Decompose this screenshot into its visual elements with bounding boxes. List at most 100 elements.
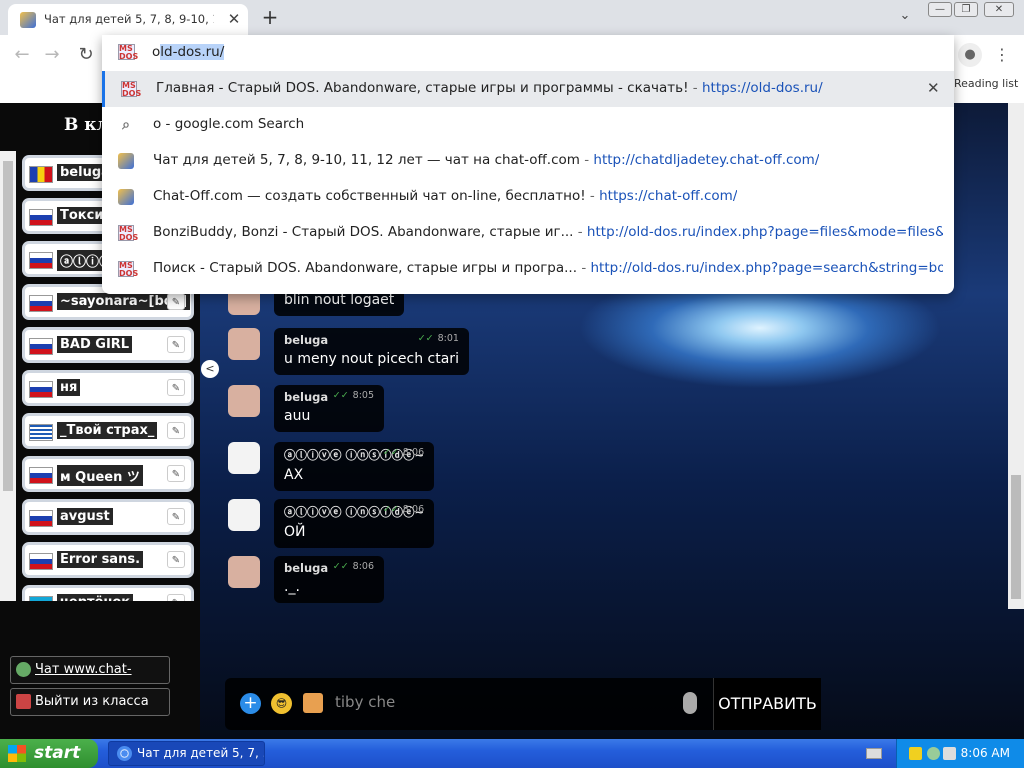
close-tab-icon[interactable]: ✕ xyxy=(224,9,244,29)
private-message-icon[interactable]: ✎ xyxy=(167,465,185,482)
emoji-icon[interactable]: 😎 xyxy=(271,693,292,714)
security-shield-icon[interactable] xyxy=(909,747,922,760)
page-scrollbar-thumb[interactable] xyxy=(1011,475,1021,599)
user-list-item[interactable]: avgust ✎ xyxy=(22,499,194,535)
suggestion-separator: - xyxy=(573,224,587,240)
tab-bar: Чат для детей 5, 7, 8, 9-10, 11, 12 лет … xyxy=(0,0,1024,35)
microphone-icon[interactable] xyxy=(683,692,697,714)
suggestion-url: https://old-dos.ru/ xyxy=(701,80,823,96)
address-input[interactable]: old-dos.ru/ xyxy=(152,44,225,60)
address-autocomplete: ld-dos.ru/ xyxy=(160,44,225,60)
address-bar[interactable]: MS DOS old-dos.ru/ xyxy=(102,35,954,69)
flag-icon xyxy=(29,166,53,183)
profile-icon[interactable]: ● xyxy=(958,43,982,67)
private-message-icon[interactable]: ✎ xyxy=(167,293,185,310)
user-name: BAD GIRL xyxy=(57,336,133,353)
message-time-label: 8:01 xyxy=(437,333,459,344)
suggestion-item[interactable]: Чат для детей 5, 7, 8, 9-10, 11, 12 лет … xyxy=(102,143,954,179)
collapse-sidebar-icon[interactable]: < xyxy=(201,360,219,378)
scrollbar-thumb[interactable] xyxy=(3,161,13,491)
minimize-button[interactable]: — xyxy=(928,2,952,17)
user-list-item[interactable]: BAD GIRL ✎ xyxy=(22,327,194,363)
suggestion-title: Главная - Старый DOS. Abandonware, стары… xyxy=(156,80,689,96)
forward-arrow-icon[interactable]: → xyxy=(38,41,66,69)
tab-search-icon[interactable]: ⌄ xyxy=(895,8,915,26)
user-name: ня xyxy=(57,379,81,396)
user-list-item[interactable]: м Queen ツ ✎ xyxy=(22,456,194,492)
private-message-icon[interactable]: ✎ xyxy=(167,336,185,353)
menu-icon[interactable]: ⋮ xyxy=(990,43,1014,67)
tab-title: Чат для детей 5, 7, 8, 9-10, 11, 12 лет xyxy=(44,12,214,26)
maximize-button[interactable]: ❐ xyxy=(954,2,978,17)
message-text: АХ xyxy=(284,467,304,483)
private-message-icon[interactable]: ✎ xyxy=(167,422,185,439)
flag-icon xyxy=(29,338,53,355)
chat-off-favicon-icon xyxy=(118,153,134,169)
network-icon[interactable] xyxy=(927,747,940,760)
suggestion-title: o - google.com Search xyxy=(153,116,305,132)
user-icon xyxy=(16,662,31,677)
attach-plus-icon[interactable]: + xyxy=(240,693,261,714)
message-bubble: beluga ✓✓ 8:06 ._. xyxy=(274,556,384,603)
suggestion-text: Chat-Off.com — создать собственный чат o… xyxy=(153,188,737,204)
reload-icon[interactable]: ↻ xyxy=(72,41,100,69)
omnibox-dropdown: MS DOS old-dos.ru/ MS DOS Главная - Старый … xyxy=(102,35,954,294)
suggestion-title: Чат для детей 5, 7, 8, 9-10, 11, 12 лет … xyxy=(153,152,580,168)
private-message-icon[interactable]: ✎ xyxy=(167,551,185,568)
close-window-button[interactable]: ✕ xyxy=(984,2,1014,17)
volume-icon[interactable] xyxy=(943,747,956,760)
flag-icon xyxy=(29,596,53,601)
message-time-label: 8:05 xyxy=(352,390,374,401)
back-arrow-icon[interactable]: ← xyxy=(8,41,36,69)
user-list-item[interactable]: чертёнок ✎ xyxy=(22,585,194,601)
suggestion-url: http://old-dos.ru/index.php?page=search&… xyxy=(590,260,944,276)
user-list-item[interactable]: Error sans. ✎ xyxy=(22,542,194,578)
user-list-scrollbar[interactable] xyxy=(0,151,16,601)
start-button[interactable]: start xyxy=(0,739,98,768)
message-time: ✓✓ 8:06 xyxy=(383,447,424,458)
flag-icon xyxy=(29,252,53,269)
send-button[interactable]: ОТПРАВИТЬ xyxy=(713,678,821,730)
private-message-icon[interactable]: ✎ xyxy=(167,594,185,601)
face-avatar[interactable] xyxy=(228,499,260,531)
chat-site-link[interactable]: Чат www.chat-off.com xyxy=(10,656,170,703)
private-message-icon[interactable]: ✎ xyxy=(167,508,185,525)
beluga-avatar[interactable] xyxy=(228,385,260,417)
suggestion-text: Чат для детей 5, 7, 8, 9-10, 11, 12 лет … xyxy=(153,152,819,168)
suggestion-item[interactable]: Chat-Off.com — создать собственный чат o… xyxy=(102,179,954,215)
suggestion-item[interactable]: ⌕ o - google.com Search xyxy=(102,107,954,143)
leave-class-label: Выйти из класса xyxy=(35,694,149,709)
page-scrollbar[interactable] xyxy=(1008,103,1024,609)
message-bubble: ⓐⓛⓘⓥⓔ ⓘⓝⓢⓘⓓⓔ~ ✓✓ 8:06 ОЙ xyxy=(274,499,435,548)
suggestion-item[interactable]: MS DOS Главная - Старый DOS. Abandonware, … xyxy=(102,71,954,107)
new-tab-button[interactable]: + xyxy=(258,6,282,30)
keyboard-icon[interactable] xyxy=(866,748,882,759)
user-name: Error sans. xyxy=(57,551,144,568)
read-check-icon: ✓✓ xyxy=(332,561,349,572)
browser-tab[interactable]: Чат для детей 5, 7, 8, 9-10, 11, 12 лет … xyxy=(8,4,248,35)
taskbar-chrome-item[interactable]: Чат для детей 5, 7, ... xyxy=(108,741,265,766)
old-dos-favicon-icon: MS DOS xyxy=(121,81,142,98)
message-input[interactable]: tiby che xyxy=(335,693,395,711)
suggestion-text: Поиск - Старый DOS. Abandonware, старые … xyxy=(153,260,943,276)
face-avatar[interactable] xyxy=(228,442,260,474)
reading-list-button[interactable]: Reading list xyxy=(954,77,1018,90)
user-list-item[interactable]: _Твой страх_ ✎ xyxy=(22,413,194,449)
leave-class-button[interactable]: Выйти из класса xyxy=(10,688,170,716)
message-bubble: ⓐⓛⓘⓥⓔ ⓘⓝⓢⓘⓓⓔ~ ✓✓ 8:06 АХ xyxy=(274,442,435,491)
remove-suggestion-icon[interactable]: ✕ xyxy=(927,79,940,97)
sticker-icon[interactable] xyxy=(303,693,323,713)
user-list-item[interactable]: ня ✎ xyxy=(22,370,194,406)
beluga-avatar[interactable] xyxy=(228,328,260,360)
private-message-icon[interactable]: ✎ xyxy=(167,379,185,396)
suggestion-text: BonziBuddy, Bonzi - Старый DOS. Abandonw… xyxy=(153,224,943,240)
start-label: start xyxy=(34,743,81,763)
message-time-label: 8:06 xyxy=(402,447,425,458)
suggestion-item[interactable]: MS DOS BonziBuddy, Bonzi - Старый DOS. Aba… xyxy=(102,215,954,251)
suggestion-title: Поиск - Старый DOS. Abandonware, старые … xyxy=(153,260,578,276)
flag-icon xyxy=(29,467,53,484)
windows-logo-icon xyxy=(8,745,26,762)
suggestion-item[interactable]: MS DOS Поиск - Старый DOS. Abandonware, ст… xyxy=(102,251,954,287)
system-tray: 8:06 AM xyxy=(896,739,1024,768)
beluga-avatar[interactable] xyxy=(228,556,260,588)
